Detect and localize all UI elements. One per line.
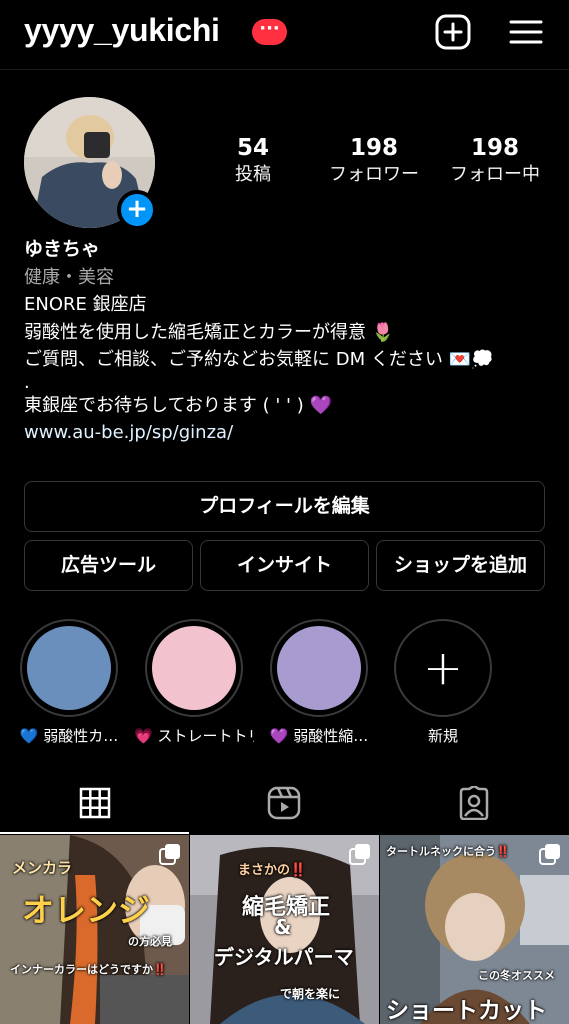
bio-line: ENORE 銀座店 (24, 294, 147, 315)
bio: ゆきちゃ 健康・美容 ENORE 銀座店 弱酸性を使用した縮毛矯正とカラーが得意… (24, 236, 554, 447)
profile-tabs (0, 772, 569, 834)
stat-following[interactable]: 198 フォロー中 (435, 133, 555, 187)
stat-posts[interactable]: 54 投稿 (193, 133, 313, 187)
highlight-label: 💜 弱酸性縮… (269, 727, 369, 745)
bio-link[interactable]: www.au-be.jp/sp/ginza/ (24, 419, 554, 447)
add-shop-button[interactable]: ショップを追加 (376, 540, 545, 591)
highlight-label: 新規 (427, 727, 458, 745)
grid-icon (79, 787, 110, 819)
multiple-posts-icon (539, 843, 561, 869)
stat-followers[interactable]: 198 フォロワー (314, 133, 434, 187)
stat-value: 198 (470, 135, 519, 161)
post-caption: で朝を楽に (280, 987, 341, 1001)
notification-badge[interactable]: ··· (252, 19, 287, 45)
stat-label: 投稿 (235, 164, 271, 185)
highlight-ring (270, 619, 368, 717)
post-thumbnail[interactable]: メンカラ オレンジ の方必見 インナーカラーはどうですか‼️ (0, 835, 189, 1024)
highlight-cover (277, 626, 361, 710)
highlight-label: 💗 ストレートトリー… (134, 727, 254, 745)
post-caption: まさかの‼️ (238, 863, 307, 878)
stat-value: 198 (349, 135, 398, 161)
category: 健康・美容 (24, 266, 114, 288)
post-caption: メンカラ (12, 859, 73, 877)
multiple-posts-icon (159, 843, 181, 869)
reels-icon (267, 786, 300, 820)
insights-button[interactable]: インサイト (200, 540, 369, 591)
tab-tagged[interactable] (379, 772, 568, 834)
highlight-cover (152, 626, 236, 710)
tab-reels[interactable] (189, 772, 378, 834)
highlight-cover (27, 626, 111, 710)
active-tab-indicator (0, 832, 189, 834)
post-caption: この冬オススメ (478, 969, 555, 982)
post-thumbnail[interactable]: タートルネックに合う‼️ この冬オススメ ショートカット (380, 835, 569, 1024)
top-bar: yyyy_yukichi ··· (0, 0, 569, 70)
plus-square-icon[interactable] (434, 13, 472, 51)
highlight-ring (145, 619, 243, 717)
highlight-item[interactable]: 💗 ストレートトリー… (134, 619, 254, 746)
stat-label: フォロワー (329, 164, 419, 185)
bio-line: 東銀座でお待ちしております ( ' ' ) 💜 (24, 394, 332, 416)
bio-line: . (24, 371, 30, 393)
plus-icon: + (422, 640, 464, 696)
post-caption: オレンジ (22, 891, 151, 929)
highlight-item[interactable]: 💜 弱酸性縮… (270, 619, 368, 746)
ad-tools-button[interactable]: 広告ツール (24, 540, 193, 591)
post-caption: & (274, 915, 292, 939)
highlight-item[interactable]: 💙 弱酸性カ… (20, 619, 118, 746)
tab-grid[interactable] (0, 772, 189, 834)
display-name: ゆきちゃ (24, 238, 101, 260)
highlight-ring (20, 619, 118, 717)
highlight-ring: + (394, 619, 492, 717)
multiple-posts-icon (349, 843, 371, 869)
new-highlight-button[interactable]: + 新規 (394, 619, 492, 746)
username[interactable]: yyyy_yukichi (24, 12, 220, 49)
stat-label: フォロー中 (450, 164, 540, 185)
bio-line: 弱酸性を使用した縮毛矯正とカラーが得意 🌷 (24, 321, 395, 343)
tagged-icon (459, 786, 488, 820)
stat-value: 54 (236, 135, 269, 161)
post-caption: ショートカット (386, 998, 547, 1024)
add-story-button[interactable]: + (117, 190, 157, 230)
hamburger-menu-icon[interactable] (507, 13, 545, 51)
bio-line: ご質問、ご相談、ご予約などお気軽に DM ください 💌💭 (24, 349, 494, 370)
post-caption: の方必見 (128, 935, 172, 948)
edit-profile-button[interactable]: プロフィールを編集 (24, 481, 545, 532)
highlight-label: 💙 弱酸性カ… (19, 727, 119, 745)
post-caption: デジタルパーマ (214, 945, 354, 969)
post-caption: タートルネックに合う‼️ (386, 845, 510, 858)
post-caption: インナーカラーはどうですか‼️ (10, 963, 167, 976)
post-thumbnail[interactable]: まさかの‼️ 縮毛矯正 & デジタルパーマ で朝を楽に (190, 835, 379, 1024)
